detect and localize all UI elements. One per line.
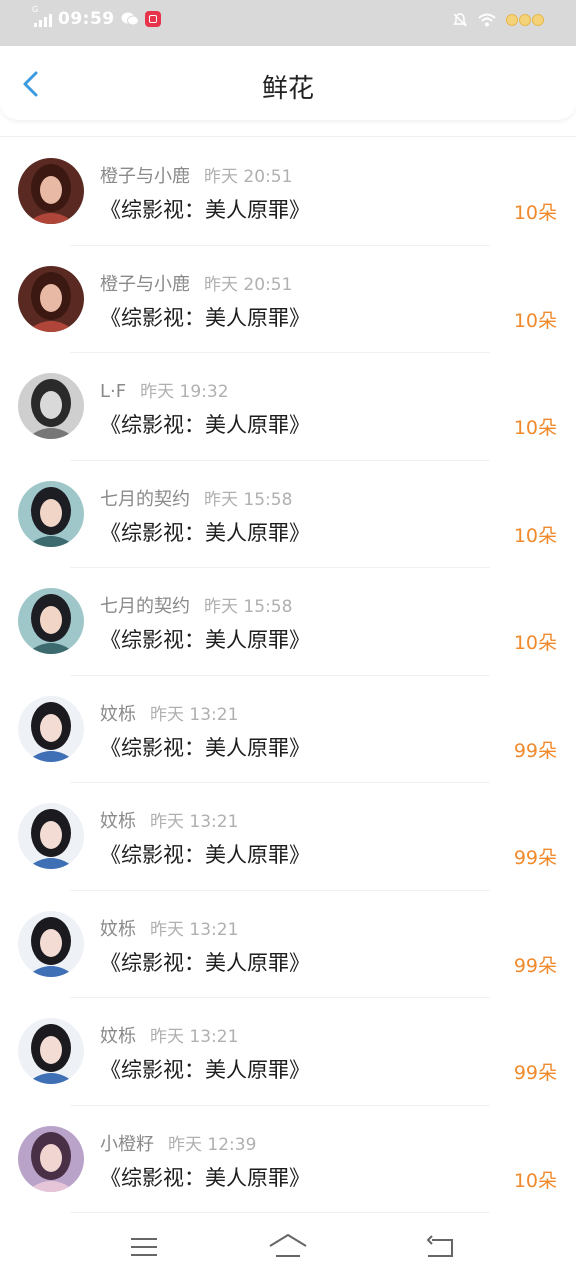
avatar[interactable] [18, 265, 84, 332]
list-item[interactable]: 妏栎 昨天 13:21 《综影视：美人原罪》 99朵 [0, 998, 576, 1106]
book-title: 《综影视：美人原罪》 [100, 198, 310, 222]
return-icon[interactable] [424, 1232, 456, 1262]
user-name: 妏栎 昨天 13:21 [100, 703, 239, 725]
user-name: 妏栎 昨天 13:21 [100, 918, 239, 940]
flower-count: 10朵 [513, 632, 557, 654]
app-notification-icon [144, 11, 161, 27]
timestamp: 昨天 19:32 [140, 382, 229, 402]
avatar[interactable] [18, 373, 84, 439]
timestamp: 昨天 13:21 [150, 704, 239, 725]
mute-bell-icon [453, 13, 467, 27]
user-name: 妏栎 昨天 13:21 [100, 1026, 239, 1047]
wifi-icon [478, 13, 496, 27]
user-name: 小橙籽 昨天 12:39 [100, 1133, 257, 1155]
list-item[interactable]: L·F 昨天 19:32 《综影视：美人原罪》 10朵 [0, 353, 576, 461]
user-name: 七月的契约 昨天 15:58 [100, 596, 293, 617]
flower-count: 10朵 [513, 417, 557, 439]
flower-count: 99朵 [513, 739, 557, 762]
avatar[interactable] [18, 480, 84, 547]
signal-icon: G [32, 5, 52, 27]
user-name: 橙子与小鹿 昨天 20:51 [100, 273, 293, 295]
timestamp: 昨天 20:51 [204, 274, 293, 295]
flower-count: 10朵 [513, 309, 557, 332]
flower-count: 10朵 [513, 1169, 557, 1192]
book-title: 《综影视：美人原罪》 [100, 735, 310, 760]
flower-list: 橙子与小鹿 昨天 20:51 《综影视：美人原罪》 10朵 橙子与小鹿 昨天 20:51 《… [0, 138, 576, 1213]
book-title: 《综影视：美人原罪》 [100, 843, 310, 867]
menu-icon[interactable] [128, 1232, 160, 1262]
system-nav-bar [0, 1214, 576, 1280]
list-item[interactable]: 妏栎 昨天 13:21 《综影视：美人原罪》 99朵 [0, 891, 576, 998]
avatar[interactable] [18, 803, 84, 869]
user-name: 妏栎 昨天 13:21 [100, 811, 239, 832]
timestamp: 昨天 15:58 [204, 489, 293, 510]
status-time: 09:59 [58, 9, 115, 29]
avatar[interactable] [18, 1018, 84, 1084]
book-title: 《综影视：美人原罪》 [100, 628, 310, 652]
avatar[interactable] [18, 158, 84, 224]
status-bar: G 09:59 [0, 0, 576, 46]
book-title: 《综影视：美人原罪》 [100, 1165, 310, 1190]
divider [70, 1212, 490, 1213]
home-icon[interactable] [268, 1232, 308, 1262]
avatar[interactable] [18, 695, 84, 762]
timestamp: 昨天 15:58 [204, 597, 293, 617]
list-item[interactable]: 七月的契约 昨天 15:58 《综影视：美人原罪》 10朵 [0, 461, 576, 568]
flower-count: 99朵 [513, 954, 557, 977]
list-item[interactable]: 七月的契约 昨天 15:58 《综影视：美人原罪》 10朵 [0, 568, 576, 676]
flower-count: 10朵 [513, 524, 557, 547]
flower-count: 99朵 [513, 847, 557, 869]
user-name: 橙子与小鹿 昨天 20:51 [100, 166, 293, 187]
page-title: 鲜花 [261, 74, 314, 104]
flowers-icon [506, 14, 544, 26]
flower-count: 99朵 [513, 1062, 557, 1084]
book-title: 《综影视：美人原罪》 [100, 413, 310, 437]
flower-count: 10朵 [513, 202, 557, 224]
list-item[interactable]: 小橙籽 昨天 12:39 《综影视：美人原罪》 10朵 [0, 1106, 576, 1213]
timestamp: 昨天 13:21 [150, 919, 239, 940]
book-title: 《综影视：美人原罪》 [100, 305, 310, 330]
header: 鲜花 [0, 46, 576, 120]
timestamp: 昨天 13:21 [150, 1027, 239, 1047]
list-item[interactable]: 妏栎 昨天 13:21 《综影视：美人原罪》 99朵 [0, 783, 576, 891]
avatar[interactable] [18, 910, 84, 977]
divider [0, 136, 576, 137]
timestamp: 昨天 13:21 [150, 812, 239, 832]
list-item[interactable]: 橙子与小鹿 昨天 20:51 《综影视：美人原罪》 10朵 [0, 138, 576, 246]
avatar[interactable] [18, 588, 84, 654]
wechat-icon [121, 12, 139, 26]
book-title: 《综影视：美人原罪》 [100, 1058, 310, 1082]
list-item[interactable]: 橙子与小鹿 昨天 20:51 《综影视：美人原罪》 10朵 [0, 246, 576, 353]
book-title: 《综影视：美人原罪》 [100, 520, 310, 545]
timestamp: 昨天 12:39 [168, 1134, 257, 1155]
avatar[interactable] [18, 1125, 84, 1192]
book-title: 《综影视：美人原罪》 [100, 950, 310, 975]
user-name: L·F 昨天 19:32 [100, 381, 229, 402]
timestamp: 昨天 20:51 [204, 167, 293, 187]
user-name: 七月的契约 昨天 15:58 [100, 488, 293, 510]
list-item[interactable]: 妏栎 昨天 13:21 《综影视：美人原罪》 99朵 [0, 676, 576, 783]
